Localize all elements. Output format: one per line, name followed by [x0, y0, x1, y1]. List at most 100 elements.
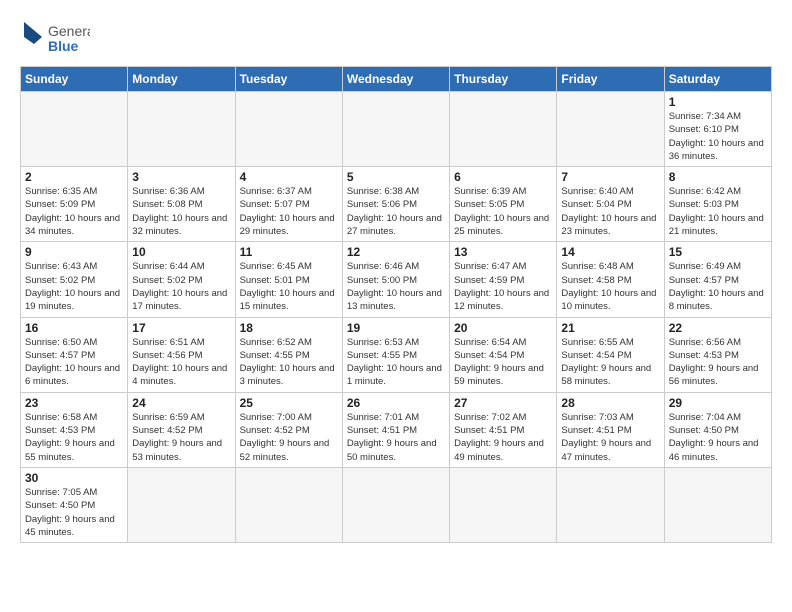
day-number: 21 [561, 321, 659, 335]
logo-svg: GeneralBlue [20, 18, 90, 56]
calendar-cell: 14Sunrise: 6:48 AM Sunset: 4:58 PM Dayli… [557, 242, 664, 317]
calendar-header-row: SundayMondayTuesdayWednesdayThursdayFrid… [21, 67, 772, 92]
calendar-week-row: 9Sunrise: 6:43 AM Sunset: 5:02 PM Daylig… [21, 242, 772, 317]
calendar-header-tuesday: Tuesday [235, 67, 342, 92]
day-info: Sunrise: 6:54 AM Sunset: 4:54 PM Dayligh… [454, 336, 552, 389]
day-info: Sunrise: 6:59 AM Sunset: 4:52 PM Dayligh… [132, 411, 230, 464]
calendar-cell: 6Sunrise: 6:39 AM Sunset: 5:05 PM Daylig… [450, 167, 557, 242]
day-number: 8 [669, 170, 767, 184]
day-info: Sunrise: 6:58 AM Sunset: 4:53 PM Dayligh… [25, 411, 123, 464]
day-number: 10 [132, 245, 230, 259]
calendar-cell: 5Sunrise: 6:38 AM Sunset: 5:06 PM Daylig… [342, 167, 449, 242]
day-info: Sunrise: 6:46 AM Sunset: 5:00 PM Dayligh… [347, 260, 445, 313]
day-info: Sunrise: 6:49 AM Sunset: 4:57 PM Dayligh… [669, 260, 767, 313]
calendar-cell: 30Sunrise: 7:05 AM Sunset: 4:50 PM Dayli… [21, 467, 128, 542]
day-info: Sunrise: 6:37 AM Sunset: 5:07 PM Dayligh… [240, 185, 338, 238]
calendar-cell: 17Sunrise: 6:51 AM Sunset: 4:56 PM Dayli… [128, 317, 235, 392]
calendar-cell [664, 467, 771, 542]
calendar-cell: 28Sunrise: 7:03 AM Sunset: 4:51 PM Dayli… [557, 392, 664, 467]
calendar-header-wednesday: Wednesday [342, 67, 449, 92]
day-info: Sunrise: 6:38 AM Sunset: 5:06 PM Dayligh… [347, 185, 445, 238]
day-number: 28 [561, 396, 659, 410]
day-info: Sunrise: 6:55 AM Sunset: 4:54 PM Dayligh… [561, 336, 659, 389]
calendar-cell [21, 92, 128, 167]
day-number: 2 [25, 170, 123, 184]
calendar-cell [450, 467, 557, 542]
day-info: Sunrise: 6:36 AM Sunset: 5:08 PM Dayligh… [132, 185, 230, 238]
calendar-week-row: 16Sunrise: 6:50 AM Sunset: 4:57 PM Dayli… [21, 317, 772, 392]
header: GeneralBlue [20, 18, 772, 56]
calendar-cell: 1Sunrise: 7:34 AM Sunset: 6:10 PM Daylig… [664, 92, 771, 167]
calendar-cell: 11Sunrise: 6:45 AM Sunset: 5:01 PM Dayli… [235, 242, 342, 317]
day-info: Sunrise: 6:52 AM Sunset: 4:55 PM Dayligh… [240, 336, 338, 389]
day-number: 20 [454, 321, 552, 335]
calendar-header-monday: Monday [128, 67, 235, 92]
day-info: Sunrise: 6:45 AM Sunset: 5:01 PM Dayligh… [240, 260, 338, 313]
day-info: Sunrise: 7:01 AM Sunset: 4:51 PM Dayligh… [347, 411, 445, 464]
calendar-week-row: 1Sunrise: 7:34 AM Sunset: 6:10 PM Daylig… [21, 92, 772, 167]
day-info: Sunrise: 7:03 AM Sunset: 4:51 PM Dayligh… [561, 411, 659, 464]
svg-text:General: General [48, 23, 90, 39]
calendar-cell: 19Sunrise: 6:53 AM Sunset: 4:55 PM Dayli… [342, 317, 449, 392]
svg-text:Blue: Blue [48, 38, 79, 54]
day-number: 13 [454, 245, 552, 259]
day-number: 25 [240, 396, 338, 410]
calendar-header-saturday: Saturday [664, 67, 771, 92]
day-info: Sunrise: 7:02 AM Sunset: 4:51 PM Dayligh… [454, 411, 552, 464]
day-number: 4 [240, 170, 338, 184]
calendar-cell: 22Sunrise: 6:56 AM Sunset: 4:53 PM Dayli… [664, 317, 771, 392]
day-number: 30 [25, 471, 123, 485]
day-number: 18 [240, 321, 338, 335]
day-info: Sunrise: 7:05 AM Sunset: 4:50 PM Dayligh… [25, 486, 123, 539]
logo: GeneralBlue [20, 18, 90, 56]
calendar-cell [557, 467, 664, 542]
day-number: 6 [454, 170, 552, 184]
calendar-header-thursday: Thursday [450, 67, 557, 92]
calendar-cell: 13Sunrise: 6:47 AM Sunset: 4:59 PM Dayli… [450, 242, 557, 317]
calendar-week-row: 2Sunrise: 6:35 AM Sunset: 5:09 PM Daylig… [21, 167, 772, 242]
calendar: SundayMondayTuesdayWednesdayThursdayFrid… [20, 66, 772, 543]
calendar-week-row: 23Sunrise: 6:58 AM Sunset: 4:53 PM Dayli… [21, 392, 772, 467]
page: GeneralBlue SundayMondayTuesdayWednesday… [0, 0, 792, 612]
day-info: Sunrise: 7:34 AM Sunset: 6:10 PM Dayligh… [669, 110, 767, 163]
calendar-cell: 24Sunrise: 6:59 AM Sunset: 4:52 PM Dayli… [128, 392, 235, 467]
calendar-cell: 4Sunrise: 6:37 AM Sunset: 5:07 PM Daylig… [235, 167, 342, 242]
day-info: Sunrise: 6:48 AM Sunset: 4:58 PM Dayligh… [561, 260, 659, 313]
calendar-cell: 23Sunrise: 6:58 AM Sunset: 4:53 PM Dayli… [21, 392, 128, 467]
day-info: Sunrise: 6:53 AM Sunset: 4:55 PM Dayligh… [347, 336, 445, 389]
day-number: 7 [561, 170, 659, 184]
calendar-cell: 29Sunrise: 7:04 AM Sunset: 4:50 PM Dayli… [664, 392, 771, 467]
day-info: Sunrise: 6:51 AM Sunset: 4:56 PM Dayligh… [132, 336, 230, 389]
calendar-cell: 9Sunrise: 6:43 AM Sunset: 5:02 PM Daylig… [21, 242, 128, 317]
calendar-cell: 15Sunrise: 6:49 AM Sunset: 4:57 PM Dayli… [664, 242, 771, 317]
day-info: Sunrise: 6:50 AM Sunset: 4:57 PM Dayligh… [25, 336, 123, 389]
calendar-cell [235, 92, 342, 167]
calendar-cell: 16Sunrise: 6:50 AM Sunset: 4:57 PM Dayli… [21, 317, 128, 392]
day-info: Sunrise: 7:04 AM Sunset: 4:50 PM Dayligh… [669, 411, 767, 464]
calendar-cell: 27Sunrise: 7:02 AM Sunset: 4:51 PM Dayli… [450, 392, 557, 467]
calendar-cell: 12Sunrise: 6:46 AM Sunset: 5:00 PM Dayli… [342, 242, 449, 317]
day-number: 23 [25, 396, 123, 410]
day-number: 26 [347, 396, 445, 410]
day-number: 19 [347, 321, 445, 335]
day-number: 1 [669, 95, 767, 109]
day-number: 24 [132, 396, 230, 410]
day-info: Sunrise: 6:43 AM Sunset: 5:02 PM Dayligh… [25, 260, 123, 313]
calendar-header-friday: Friday [557, 67, 664, 92]
calendar-cell [450, 92, 557, 167]
day-info: Sunrise: 6:56 AM Sunset: 4:53 PM Dayligh… [669, 336, 767, 389]
calendar-cell: 26Sunrise: 7:01 AM Sunset: 4:51 PM Dayli… [342, 392, 449, 467]
calendar-cell [128, 467, 235, 542]
calendar-cell: 18Sunrise: 6:52 AM Sunset: 4:55 PM Dayli… [235, 317, 342, 392]
calendar-header-sunday: Sunday [21, 67, 128, 92]
day-number: 12 [347, 245, 445, 259]
calendar-cell: 8Sunrise: 6:42 AM Sunset: 5:03 PM Daylig… [664, 167, 771, 242]
calendar-cell [557, 92, 664, 167]
day-number: 22 [669, 321, 767, 335]
day-number: 15 [669, 245, 767, 259]
day-info: Sunrise: 6:44 AM Sunset: 5:02 PM Dayligh… [132, 260, 230, 313]
day-info: Sunrise: 6:42 AM Sunset: 5:03 PM Dayligh… [669, 185, 767, 238]
calendar-cell: 10Sunrise: 6:44 AM Sunset: 5:02 PM Dayli… [128, 242, 235, 317]
day-info: Sunrise: 6:35 AM Sunset: 5:09 PM Dayligh… [25, 185, 123, 238]
calendar-week-row: 30Sunrise: 7:05 AM Sunset: 4:50 PM Dayli… [21, 467, 772, 542]
